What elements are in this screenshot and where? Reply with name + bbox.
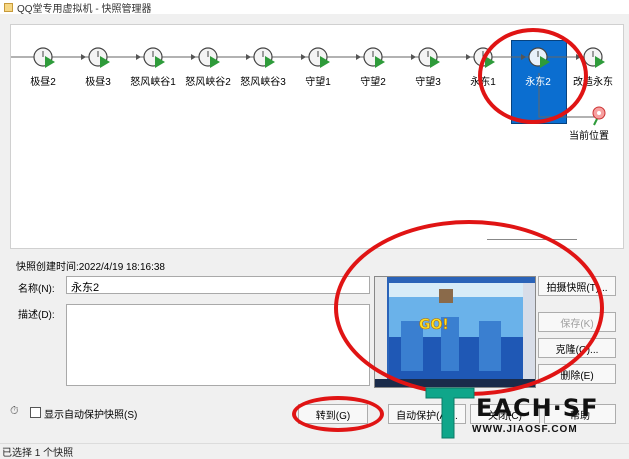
- snapshot-node-icon[interactable]: [33, 47, 55, 68]
- window-title: QQ堂专用虚拟机 - 快照管理器: [17, 3, 152, 15]
- annotation-circle-thumbnail: [334, 220, 604, 396]
- status-text: 已选择 1 个快照: [2, 448, 74, 459]
- watermark-brand: EACH·SF: [476, 394, 599, 422]
- created-time: 快照创建时间:2022/4/19 18:16:38: [16, 262, 165, 273]
- snapshot-node-icon[interactable]: [411, 47, 440, 68]
- current-position-label: 当前位置: [569, 131, 609, 142]
- watermark-url: WWW.JIAOSF.COM: [472, 424, 578, 435]
- status-bar: 已选择 1 个快照: [0, 443, 629, 459]
- name-label: 名称(N):: [18, 284, 55, 295]
- clock-icon: ⏱: [10, 405, 19, 417]
- watermark-logo: EACH·SF WWW.JIAOSF.COM: [420, 380, 629, 442]
- snapshot-node-icon[interactable]: [136, 47, 165, 68]
- window-titlebar: QQ堂专用虚拟机 - 快照管理器: [0, 0, 629, 15]
- show-autoprotect-checkbox[interactable]: [30, 407, 41, 418]
- current-position-icon: [592, 106, 606, 126]
- app-icon: [4, 2, 13, 12]
- snapshot-node-icon[interactable]: [246, 47, 275, 68]
- snapshot-node-icon[interactable]: [301, 47, 330, 68]
- snapshot-node-label[interactable]: 守望3: [398, 73, 458, 88]
- annotation-circle-goto: [292, 396, 384, 432]
- snapshot-node-label[interactable]: 守望2: [343, 73, 403, 88]
- show-autoprotect-label: 显示自动保护快照(S): [44, 410, 138, 421]
- snapshot-node-label[interactable]: 怒风峡谷2: [178, 73, 238, 88]
- snapshot-node-label[interactable]: 极昼3: [68, 73, 128, 88]
- annotation-circle-selected: [478, 28, 588, 124]
- name-field[interactable]: 永东2: [66, 276, 370, 294]
- snapshot-node-icon[interactable]: [356, 47, 385, 68]
- snapshot-node-icon[interactable]: [191, 47, 220, 68]
- snapshot-node-label[interactable]: 守望1: [288, 73, 348, 88]
- snapshot-node-label[interactable]: 极昼2: [13, 73, 73, 88]
- snapshot-node-icon[interactable]: [81, 47, 110, 68]
- description-field[interactable]: [66, 304, 370, 386]
- snapshot-node-label[interactable]: 怒风峡谷1: [123, 73, 183, 88]
- description-label: 描述(D):: [18, 310, 55, 321]
- snapshot-node-label[interactable]: 怒风峡谷3: [233, 73, 293, 88]
